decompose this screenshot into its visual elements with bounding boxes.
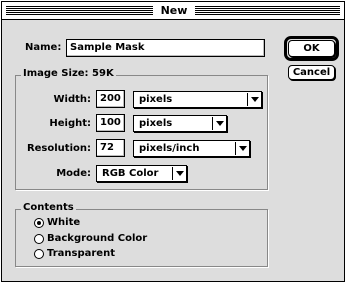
resolution-unit-value: pixels/inch: [139, 143, 200, 154]
width-unit-value: pixels: [139, 94, 173, 105]
title-bar-stripes: [195, 6, 340, 16]
mode-value: RGB Color: [102, 168, 159, 179]
title-bar[interactable]: New: [2, 2, 344, 20]
width-unit-popup[interactable]: pixels: [133, 91, 262, 108]
width-label: Width:: [53, 94, 91, 105]
height-unit-popup[interactable]: pixels: [133, 115, 227, 132]
image-size-title: Image Size: 59K: [21, 68, 116, 80]
name-label: Name:: [25, 42, 62, 53]
mode-label: Mode:: [56, 168, 91, 179]
contents-title: Contents: [21, 202, 76, 214]
width-input[interactable]: 200: [96, 90, 125, 108]
radio-transparent[interactable]: [34, 249, 44, 259]
new-dialog: New Name: Sample Mask OK Cancel Image Si…: [1, 1, 345, 282]
cancel-button[interactable]: Cancel: [288, 65, 335, 80]
height-label: Height:: [49, 118, 91, 129]
chevron-down-icon: [235, 142, 248, 155]
resolution-label: Resolution:: [26, 143, 91, 154]
ok-button[interactable]: OK: [288, 40, 335, 57]
resolution-unit-popup[interactable]: pixels/inch: [133, 140, 250, 157]
chevron-down-icon: [247, 93, 260, 106]
mode-popup[interactable]: RGB Color: [96, 165, 187, 182]
radio-background-color[interactable]: [34, 234, 44, 244]
chevron-down-icon: [212, 117, 225, 130]
width-value: 200: [100, 93, 121, 104]
name-value: Sample Mask: [70, 42, 145, 53]
radio-selected-dot: [37, 221, 41, 225]
radio-white[interactable]: [34, 218, 44, 228]
option-background-color-label: Background Color: [47, 233, 148, 244]
height-value: 100: [100, 117, 121, 128]
resolution-input[interactable]: 72: [96, 139, 125, 157]
chevron-down-icon: [172, 167, 185, 180]
height-unit-value: pixels: [139, 118, 173, 129]
option-transparent-label: Transparent: [47, 248, 115, 259]
name-input[interactable]: Sample Mask: [66, 39, 265, 57]
option-white-label: White: [47, 217, 81, 228]
resolution-value: 72: [100, 142, 114, 153]
height-input[interactable]: 100: [96, 114, 125, 132]
title-bar-stripes: [6, 6, 153, 16]
dialog-title: New: [153, 3, 195, 19]
